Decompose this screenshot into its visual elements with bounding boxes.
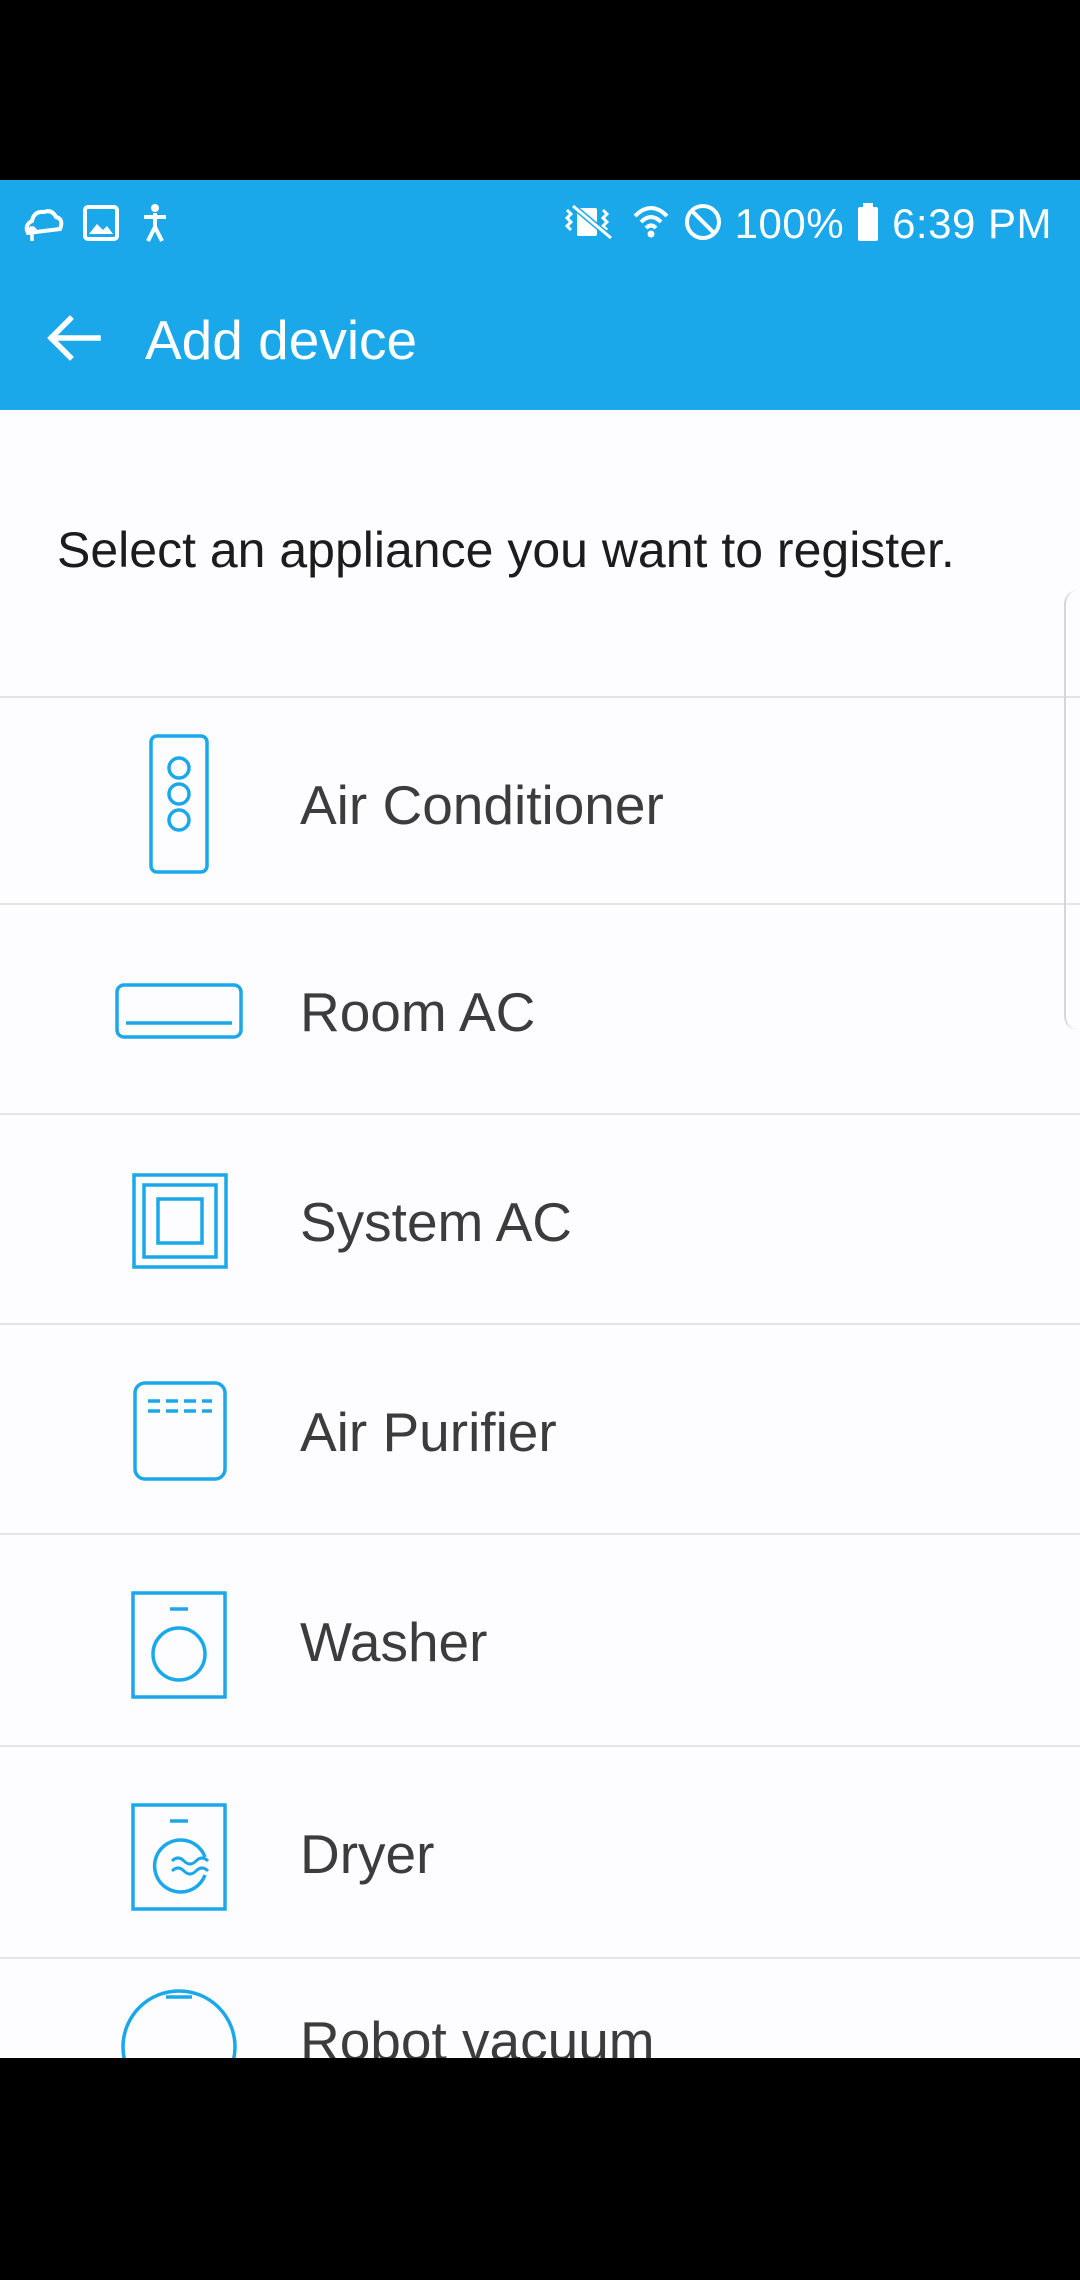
status-right-icons: 100% 6:39 PM: [563, 194, 1052, 254]
battery-percent: 100%: [734, 200, 845, 247]
air-conditioner-icon: [110, 728, 250, 878]
clock: 6:39 PM: [892, 200, 1052, 247]
screen: 100% 6:39 PM Add device Select an applia…: [0, 0, 1080, 2280]
list-item-air-conditioner[interactable]: Air Conditioner: [0, 698, 1080, 908]
list-item-label: Washer: [300, 1611, 488, 1673]
system-ac-icon: [110, 1145, 250, 1295]
list-item-dryer[interactable]: Dryer: [0, 1747, 1080, 1957]
list-item-air-purifier[interactable]: Air Purifier: [0, 1325, 1080, 1535]
dryer-icon: [110, 1777, 250, 1927]
bottom-black-area: [0, 2058, 1080, 2280]
robot-vacuum-icon: [110, 1973, 250, 2058]
image-icon: [82, 204, 120, 247]
washer-icon: [110, 1565, 250, 1715]
list-item-label: Robot vacuum: [300, 2010, 655, 2058]
back-button[interactable]: [36, 302, 112, 378]
air-purifier-icon: [110, 1355, 250, 1505]
battery-icon: [856, 202, 880, 247]
accessibility-icon: [138, 203, 172, 248]
vibrate-mute-icon: [563, 202, 619, 247]
status-bar: 100% 6:39 PM: [0, 180, 1080, 270]
edge-panel-handle[interactable]: [1064, 590, 1080, 1030]
list-item-label: Air Purifier: [300, 1401, 557, 1463]
list-item-washer[interactable]: Washer: [0, 1535, 1080, 1745]
list-item-system-ac[interactable]: System AC: [0, 1115, 1080, 1325]
list-item-label: System AC: [300, 1191, 573, 1253]
list-item-robot-vacuum[interactable]: Robot vacuum: [0, 1959, 1080, 2058]
arrow-left-icon: [46, 313, 102, 368]
content-area: Select an appliance you want to register…: [0, 410, 1080, 2058]
cloud-sync-icon: [22, 203, 64, 248]
list-item-room-ac[interactable]: Room AC: [0, 905, 1080, 1115]
list-item-label: Dryer: [300, 1823, 435, 1885]
wifi-icon: [631, 202, 671, 247]
top-black-area: [0, 0, 1080, 180]
room-ac-icon: [110, 935, 250, 1085]
do-not-disturb-icon: [683, 202, 723, 247]
instruction-text: Select an appliance you want to register…: [57, 522, 955, 578]
list-item-label: Room AC: [300, 981, 536, 1043]
page-title: Add device: [145, 309, 418, 371]
status-left-icons: [22, 198, 172, 252]
app-bar: Add device: [0, 270, 1080, 410]
list-item-label: Air Conditioner: [300, 774, 664, 836]
